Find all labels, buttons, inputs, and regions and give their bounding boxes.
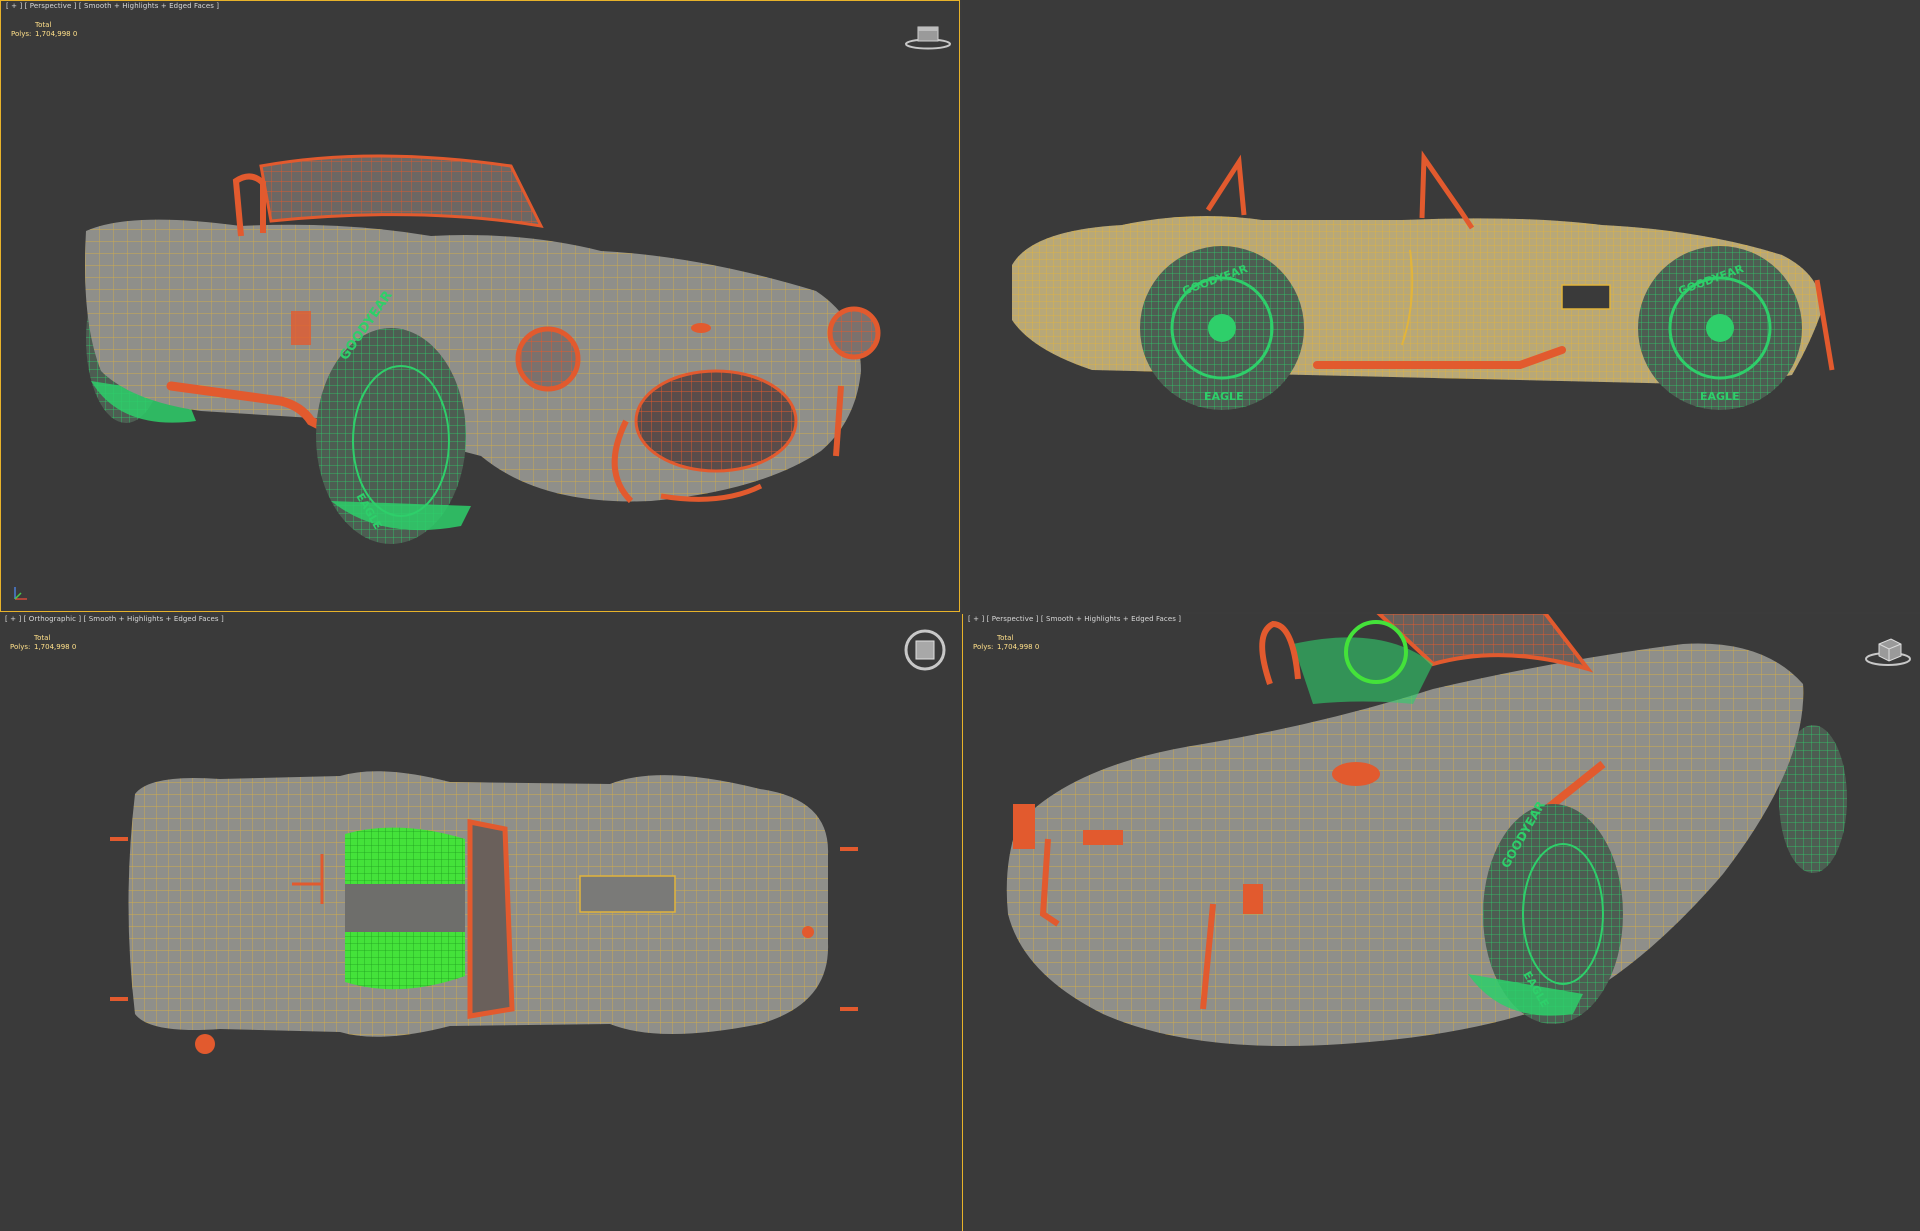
car-model-side[interactable]: GOODYEAR EAGLE GOODYEAR EAGLE [962, 0, 1920, 612]
viewport-orthographic-top[interactable]: [ + ] [ Orthographic ] [ Smooth + Highli… [0, 614, 960, 1231]
car-model-rear-three-quarter[interactable]: GOODYEAR EAGLE [963, 614, 1920, 1231]
tire-model-text: EAGLE [1700, 390, 1740, 403]
car-model-top[interactable] [0, 614, 960, 1231]
viewport-perspective-rear[interactable]: [ + ] [ Perspective ] [ Smooth + Highlig… [962, 614, 1920, 1231]
viewport-perspective-front[interactable]: [ + ] [ Perspective ] [ Smooth + Highlig… [0, 0, 960, 612]
dashboard [1293, 637, 1433, 704]
windshield [1419, 150, 1475, 230]
tire-model-text: EAGLE [1204, 390, 1244, 403]
windshield [467, 818, 515, 1019]
axis-tripod-icon [14, 587, 27, 600]
viewport-side[interactable]: GOODYEAR EAGLE GOODYEAR EAGLE [962, 0, 1920, 612]
car-model-front-three-quarter[interactable]: GOODYEAR EAGLE [1, 1, 960, 612]
